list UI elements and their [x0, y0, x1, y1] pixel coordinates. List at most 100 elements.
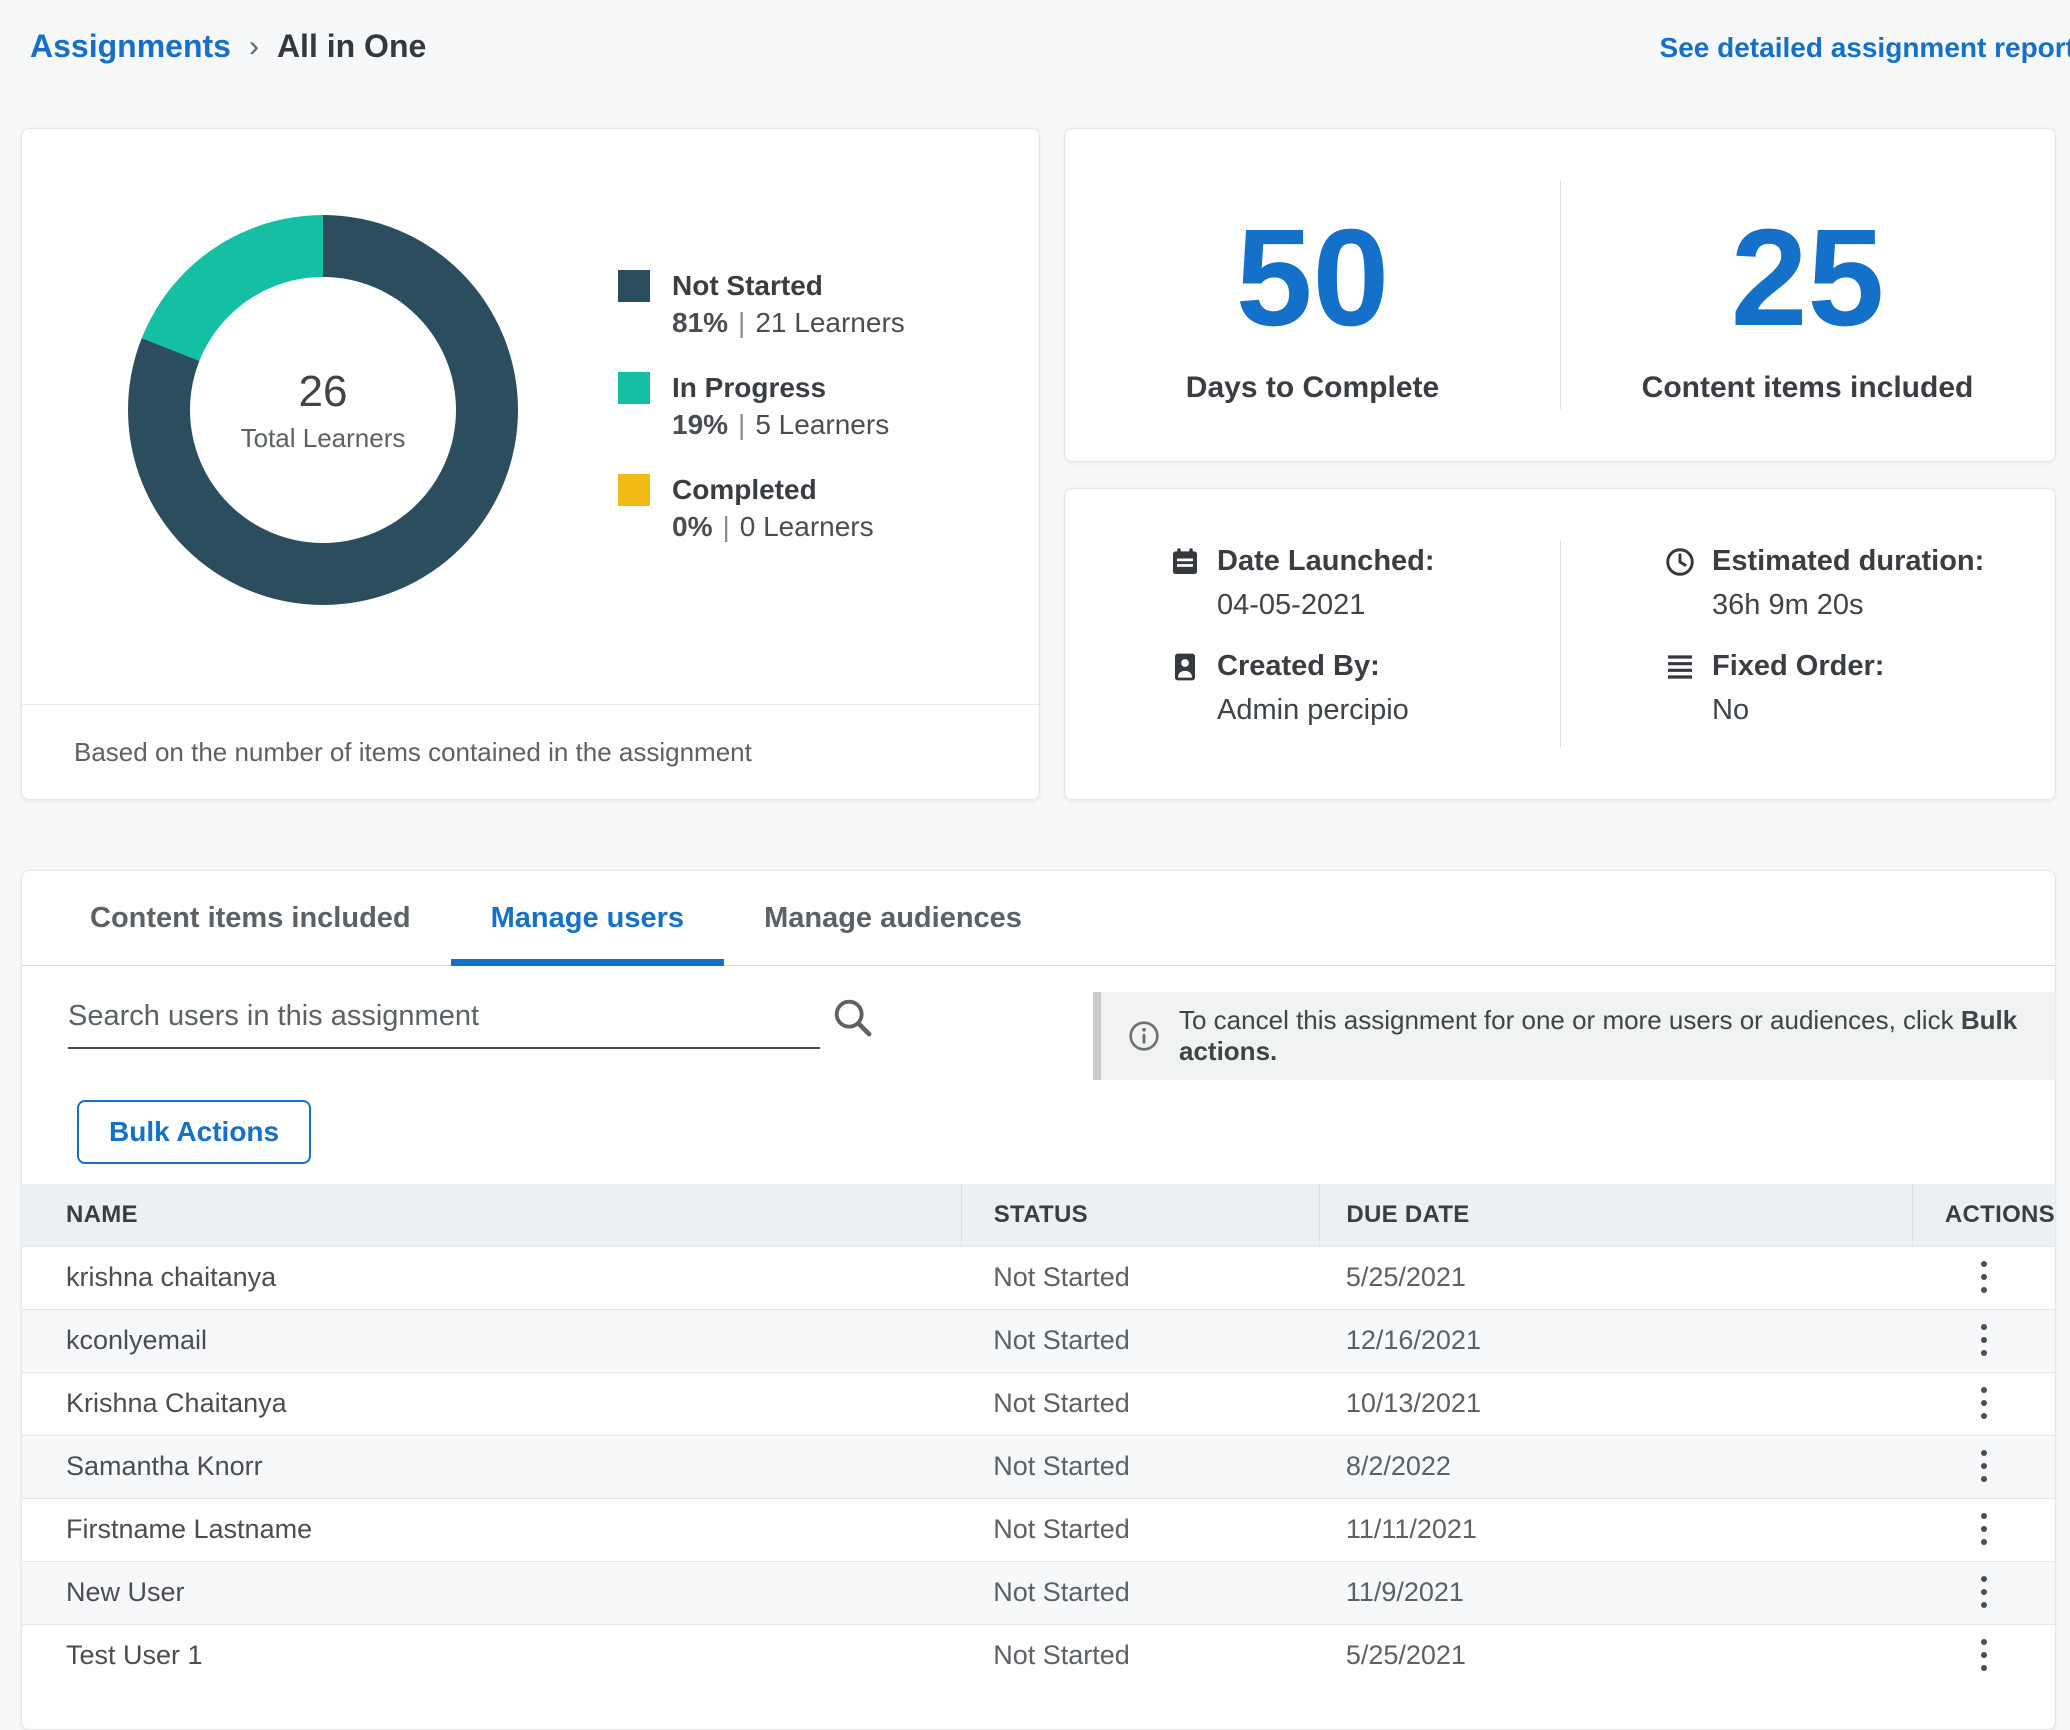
search-field	[68, 992, 876, 1049]
calendar-icon	[1169, 546, 1201, 578]
created-by-label: Created By:	[1217, 650, 1380, 683]
kebab-icon	[1979, 1511, 1989, 1547]
legend-item-completed: Completed 0%|0 Learners	[618, 471, 905, 545]
estimated-duration-label: Estimated duration:	[1712, 545, 1984, 578]
kebab-icon	[1979, 1322, 1989, 1358]
user-status: Not Started	[961, 1498, 1320, 1561]
user-status: Not Started	[961, 1309, 1320, 1372]
breadcrumb: Assignments › All in One	[30, 28, 426, 65]
user-status: Not Started	[961, 1624, 1320, 1687]
chart-footnote: Based on the number of items contained i…	[22, 704, 1039, 799]
tab-bar: Content items included Manage users Mana…	[22, 871, 2055, 966]
table-row: Firstname Lastname Not Started 11/11/202…	[22, 1498, 2055, 1561]
column-header-status: STATUS	[961, 1184, 1320, 1246]
days-to-complete-stat: 50 Days to Complete	[1065, 129, 1560, 461]
total-learners-label: Total Learners	[241, 423, 406, 454]
breadcrumb-assignments-link[interactable]: Assignments	[30, 28, 231, 65]
table-row: Samantha Knorr Not Started 8/2/2022	[22, 1435, 2055, 1498]
user-status: Not Started	[961, 1561, 1320, 1624]
person-badge-icon	[1169, 651, 1201, 683]
learners-donut-chart: 26 Total Learners	[128, 215, 518, 605]
row-actions-menu-button[interactable]	[1965, 1379, 2003, 1427]
tab-content-items[interactable]: Content items included	[50, 871, 451, 965]
content-items-label: Content items included	[1642, 371, 1974, 405]
column-header-actions: ACTIONS	[1912, 1184, 2055, 1246]
kebab-icon	[1979, 1385, 1989, 1421]
content-items-value: 25	[1731, 209, 1885, 347]
detailed-report-link[interactable]: See detailed assignment report	[1660, 28, 2070, 64]
learner-progress-card: 26 Total Learners Not Started 81%|21 Lea…	[21, 128, 1040, 800]
fixed-order-label: Fixed Order:	[1712, 650, 1884, 683]
kebab-icon	[1979, 1574, 1989, 1610]
page-title: All in One	[277, 28, 426, 65]
user-name: krishna chaitanya	[22, 1246, 961, 1309]
days-to-complete-label: Days to Complete	[1186, 371, 1439, 405]
tab-manage-users[interactable]: Manage users	[451, 871, 724, 965]
table-header-row: NAME STATUS DUE DATE ACTIONS	[22, 1184, 2055, 1246]
legend-item-not-started: Not Started 81%|21 Learners	[618, 267, 905, 341]
table-row: Test User 1 Not Started 5/25/2021	[22, 1624, 2055, 1687]
user-status: Not Started	[961, 1372, 1320, 1435]
fixed-order-field: Fixed Order: No	[1664, 650, 2055, 727]
fixed-order-value: No	[1712, 694, 2055, 727]
content-items-stat: 25 Content items included	[1560, 129, 2055, 461]
actions-row: Bulk Actions	[22, 1084, 2055, 1184]
user-name: Firstname Lastname	[22, 1498, 961, 1561]
date-launched-label: Date Launched:	[1217, 545, 1435, 578]
banner-text: To cancel this assignment for one or mor…	[1179, 1005, 2029, 1067]
assignment-management-panel: Content items included Manage users Mana…	[21, 870, 2056, 1730]
days-to-complete-value: 50	[1236, 209, 1390, 347]
assignment-stats-card: 50 Days to Complete 25 Content items inc…	[1064, 128, 2056, 462]
tab-manage-audiences[interactable]: Manage audiences	[724, 871, 1062, 965]
user-due-date: 12/16/2021	[1320, 1309, 1913, 1372]
list-lines-icon	[1664, 651, 1696, 683]
clock-icon	[1664, 546, 1696, 578]
created-by-value: Admin percipio	[1217, 694, 1560, 727]
estimated-duration-value: 36h 9m 20s	[1712, 589, 2055, 622]
search-and-banner-row: To cancel this assignment for one or mor…	[22, 966, 2055, 1084]
user-due-date: 11/9/2021	[1320, 1561, 1913, 1624]
user-name: Test User 1	[22, 1624, 961, 1687]
row-actions-menu-button[interactable]	[1965, 1568, 2003, 1616]
donut-area: 26 Total Learners Not Started 81%|21 Lea…	[22, 129, 1039, 704]
created-by-field: Created By: Admin percipio	[1169, 650, 1560, 727]
kebab-icon	[1979, 1259, 1989, 1295]
user-due-date: 5/25/2021	[1320, 1624, 1913, 1687]
row-actions-menu-button[interactable]	[1965, 1442, 2003, 1490]
table-row: Krishna Chaitanya Not Started 10/13/2021	[22, 1372, 2055, 1435]
details-left-column: Date Launched: 04-05-2021 Created By: Ad…	[1065, 489, 1560, 799]
search-icon[interactable]	[830, 995, 876, 1041]
row-actions-menu-button[interactable]	[1965, 1631, 2003, 1679]
bulk-actions-button[interactable]: Bulk Actions	[77, 1100, 311, 1164]
completed-swatch-icon	[618, 474, 650, 506]
donut-legend: Not Started 81%|21 Learners In Progress …	[618, 267, 905, 704]
legend-item-in-progress: In Progress 19%|5 Learners	[618, 369, 905, 443]
top-bar: Assignments › All in One See detailed as…	[0, 0, 2070, 90]
user-due-date: 11/11/2021	[1320, 1498, 1913, 1561]
row-actions-menu-button[interactable]	[1965, 1505, 2003, 1553]
row-actions-menu-button[interactable]	[1965, 1316, 2003, 1364]
user-name: kconlyemail	[22, 1309, 961, 1372]
table-row: New User Not Started 11/9/2021	[22, 1561, 2055, 1624]
user-name: Samantha Knorr	[22, 1435, 961, 1498]
column-header-duedate: DUE DATE	[1320, 1184, 1913, 1246]
search-input[interactable]	[68, 992, 820, 1049]
table-row: krishna chaitanya Not Started 5/25/2021	[22, 1246, 2055, 1309]
date-launched-field: Date Launched: 04-05-2021	[1169, 545, 1560, 622]
column-header-name: NAME	[22, 1184, 961, 1246]
estimated-duration-field: Estimated duration: 36h 9m 20s	[1664, 545, 2055, 622]
kebab-icon	[1979, 1637, 1989, 1673]
in-progress-swatch-icon	[618, 372, 650, 404]
summary-cards-row: 26 Total Learners Not Started 81%|21 Lea…	[21, 128, 2056, 800]
chevron-right-icon: ›	[249, 32, 259, 62]
right-summary-column: 50 Days to Complete 25 Content items inc…	[1064, 128, 2056, 800]
not-started-swatch-icon	[618, 270, 650, 302]
user-due-date: 8/2/2022	[1320, 1435, 1913, 1498]
row-actions-menu-button[interactable]	[1965, 1253, 2003, 1301]
info-icon	[1127, 1019, 1161, 1053]
user-name: Krishna Chaitanya	[22, 1372, 961, 1435]
kebab-icon	[1979, 1448, 1989, 1484]
user-due-date: 5/25/2021	[1320, 1246, 1913, 1309]
donut-center: 26 Total Learners	[190, 277, 456, 543]
user-due-date: 10/13/2021	[1320, 1372, 1913, 1435]
